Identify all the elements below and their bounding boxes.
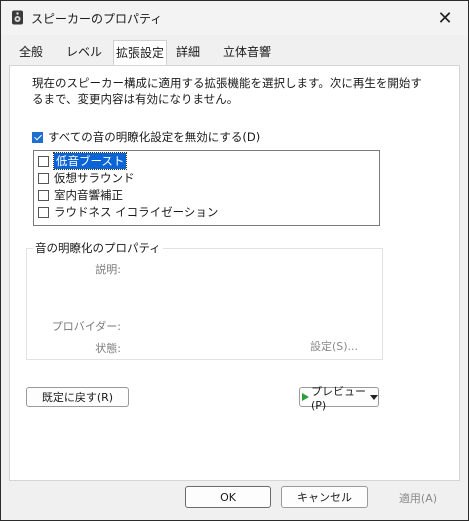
- checkbox-checked-icon[interactable]: [32, 131, 43, 143]
- checkbox-icon[interactable]: [38, 206, 49, 218]
- cancel-button[interactable]: キャンセル: [281, 486, 368, 508]
- play-icon: [302, 393, 309, 401]
- tab-spatial-sound[interactable]: 立体音響: [223, 41, 271, 64]
- close-button[interactable]: ✕: [430, 5, 460, 31]
- list-item-label: ラウドネス イコライゼーション: [54, 205, 219, 219]
- tab-levels[interactable]: レベル: [66, 41, 102, 64]
- enhancements-description: 現在のスピーカー構成に適用する拡張機能を選択します。次に再生を開始するまで、変更…: [32, 76, 422, 106]
- tab-enhancements[interactable]: 拡張設定: [113, 40, 168, 66]
- tab-advanced[interactable]: 詳細: [176, 41, 200, 64]
- window-title: スピーカーのプロパティ: [31, 12, 163, 26]
- list-item-bass-boost[interactable]: 低音ブースト: [38, 152, 128, 170]
- list-item-loudness-equalization[interactable]: ラウドネス イコライゼーション: [38, 204, 218, 220]
- properties-window: スピーカーのプロパティ ✕ 全般 レベル 拡張設定 詳細 立体音響 現在のスピー…: [0, 0, 469, 521]
- restore-defaults-button[interactable]: 既定に戻す(R): [26, 387, 129, 407]
- dropdown-arrow-icon[interactable]: [370, 394, 378, 400]
- speaker-icon: [11, 10, 24, 25]
- provider-label: プロバイダー:: [51, 320, 121, 333]
- enhancements-list[interactable]: 低音ブースト 仮想サラウンド 室内音響補正 ラウドネス イコライゼーション: [33, 150, 380, 226]
- properties-group-title: 音の明瞭化のプロパティ: [33, 240, 163, 256]
- settings-button[interactable]: 設定(S)...: [310, 338, 358, 354]
- list-item-virtual-surround[interactable]: 仮想サラウンド: [38, 170, 135, 186]
- tab-general[interactable]: 全般: [19, 41, 43, 64]
- tab-bar: 全般 レベル 拡張設定 詳細 立体音響: [9, 40, 459, 66]
- description-label: 説明:: [95, 263, 121, 276]
- preview-button[interactable]: プレビュー(P): [299, 385, 379, 412]
- checkbox-icon[interactable]: [38, 189, 49, 201]
- status-label: 状態:: [95, 342, 121, 355]
- list-item-room-correction[interactable]: 室内音響補正: [38, 187, 123, 203]
- checkbox-icon[interactable]: [38, 155, 49, 167]
- apply-button[interactable]: 適用(A): [378, 490, 458, 506]
- list-item-label: 室内音響補正: [54, 188, 123, 202]
- disable-all-checkbox[interactable]: すべての音の明瞭化設定を無効にする(D): [32, 130, 260, 144]
- checkbox-icon[interactable]: [38, 172, 49, 184]
- list-item-label: 低音ブースト: [52, 152, 128, 170]
- list-item-label: 仮想サラウンド: [54, 171, 135, 185]
- ok-button[interactable]: OK: [185, 486, 271, 508]
- title-bar: スピーカーのプロパティ ✕: [1, 1, 468, 35]
- preview-label: プレビュー(P): [311, 384, 366, 412]
- close-icon: ✕: [437, 7, 453, 29]
- disable-all-label: すべての音の明瞭化設定を無効にする(D): [48, 130, 261, 144]
